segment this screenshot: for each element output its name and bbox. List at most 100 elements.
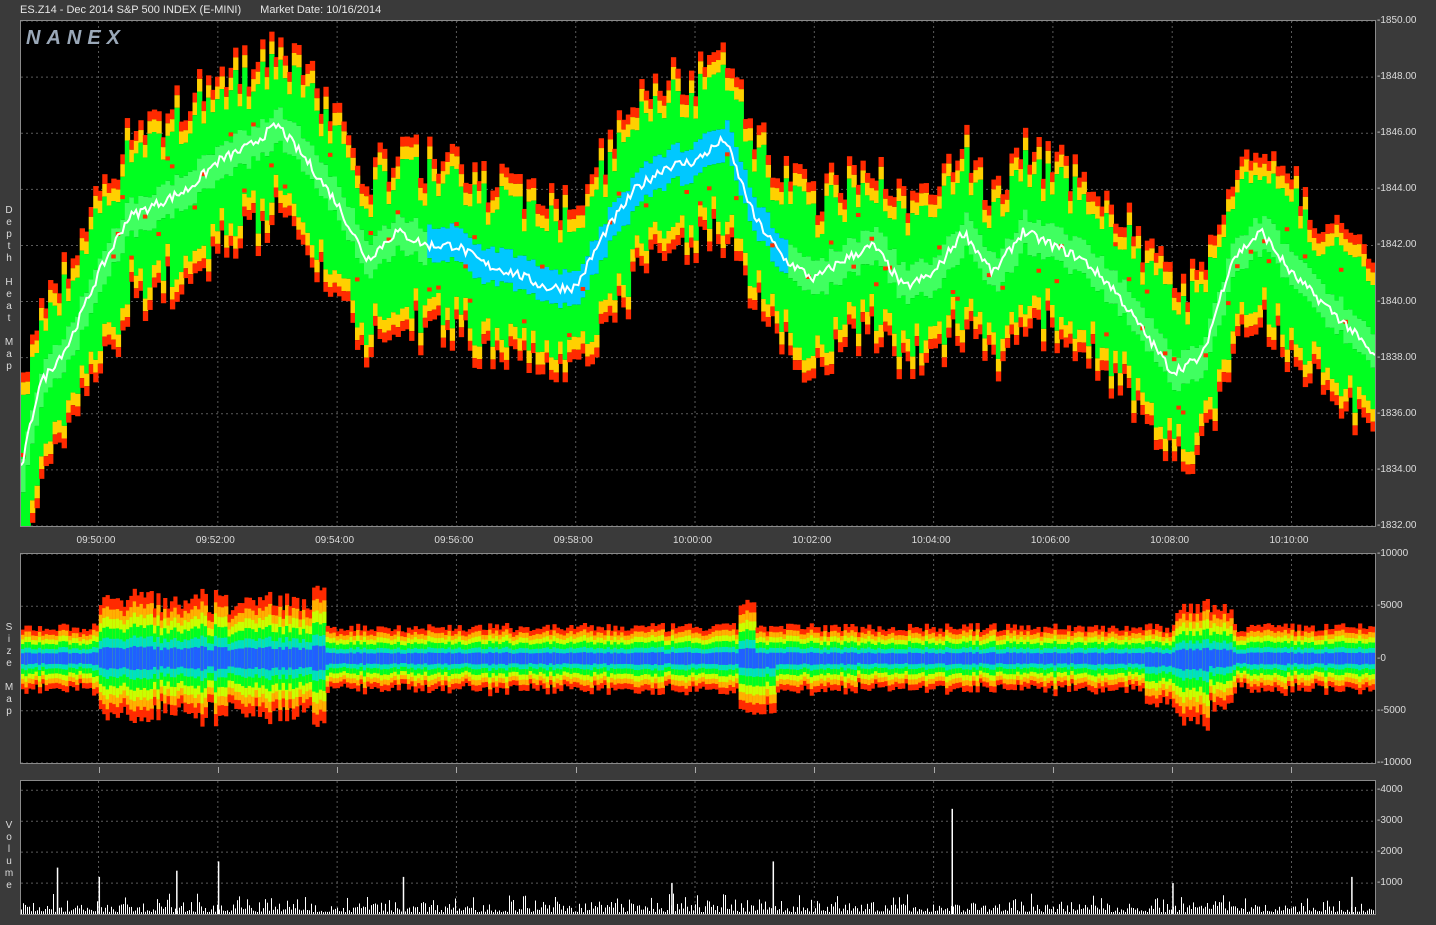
volume-bar [545, 904, 546, 914]
volume-bar [143, 903, 144, 914]
volume-bar [67, 900, 68, 914]
heat-cell [1013, 335, 1020, 345]
heat-cell [1131, 400, 1137, 414]
heat-cell [761, 122, 767, 133]
volume-bar [179, 907, 180, 914]
heat-cell [156, 111, 162, 122]
heat-cell [765, 164, 772, 178]
heat-cell [901, 195, 907, 209]
time-tick-label: 10:02:00 [792, 535, 832, 546]
volume-bar [527, 908, 528, 914]
heat-cell [1022, 137, 1029, 151]
heat-cell [828, 364, 835, 374]
heat-cell [1370, 421, 1375, 432]
volume-bar [643, 909, 644, 914]
volume-bar [81, 904, 82, 914]
heat-cell [409, 331, 415, 341]
symbol-title: ES.Z14 - Dec 2014 S&P 500 INDEX (E-MINI) [20, 4, 242, 16]
heat-cell [801, 168, 808, 179]
heat-cell [675, 78, 681, 92]
volume-bar [51, 909, 52, 914]
volume-bar [101, 907, 102, 914]
volume-bar [97, 901, 98, 914]
time-tick-label: 09:58:00 [553, 535, 593, 546]
heat-cell [206, 271, 212, 282]
volume-bar [191, 902, 192, 914]
heat-cell [1284, 362, 1291, 373]
volume-bar [505, 910, 506, 914]
heat-cell [1180, 273, 1187, 284]
volume-panel[interactable] [20, 780, 1376, 915]
volume-bar [325, 911, 326, 914]
size-tick-label: --5000 [1377, 704, 1406, 716]
volume-bar [53, 894, 54, 914]
volume-bar [581, 907, 582, 914]
volume-bar [227, 910, 228, 914]
volume-bar [359, 903, 360, 914]
heat-cell [720, 42, 726, 53]
heat-cell [747, 128, 753, 141]
heat-cell [1370, 262, 1375, 273]
volume-bar [165, 906, 166, 914]
heat-cell [382, 158, 388, 172]
heat-cell [1212, 408, 1218, 422]
volume-bar [197, 893, 198, 914]
heat-cell [269, 202, 275, 216]
heat-cell [323, 86, 329, 97]
nanex-watermark: NANEX [26, 27, 127, 49]
volume-bar [287, 900, 288, 914]
heat-cell [1072, 154, 1078, 165]
heat-cell [526, 363, 532, 374]
heat-cell [1162, 438, 1169, 452]
volume-bar [553, 907, 554, 914]
volume-bar [277, 909, 278, 914]
heat-cell [783, 165, 790, 179]
heat-cell [206, 259, 212, 272]
heat-cell [842, 324, 848, 338]
volume-bar [313, 911, 314, 914]
heat-cell [224, 247, 230, 258]
volume-bar [239, 896, 240, 914]
volume-bar [305, 897, 306, 914]
heat-cell [553, 198, 559, 209]
volume-bar [451, 909, 452, 914]
heat-cell [923, 183, 929, 193]
heat-cell [1045, 150, 1051, 164]
time-tick-label: 10:00:00 [673, 535, 712, 546]
volume-bar [409, 907, 410, 914]
volume-bar [267, 902, 268, 914]
heat-cell [612, 312, 618, 323]
volume-bar [453, 907, 454, 914]
volume-bar [431, 904, 432, 914]
heat-cell [142, 311, 149, 322]
volume-bar [185, 911, 186, 914]
price-tick-label: -1838.00 [1377, 351, 1417, 363]
volume-bar [241, 907, 242, 914]
heat-cell [549, 183, 555, 193]
volume-bar [467, 906, 468, 914]
heat-cell [178, 284, 185, 295]
time-tick-label: 09:50:00 [76, 535, 116, 546]
depth-heat-map-panel[interactable]: NANEX [20, 20, 1376, 527]
heat-cell [1235, 326, 1241, 337]
volume-bar [661, 908, 662, 914]
heat-cell [1162, 451, 1169, 462]
heat-cell [1189, 258, 1196, 269]
volume-bar [537, 909, 538, 914]
heat-cell [941, 357, 948, 368]
heat-cell [30, 513, 36, 523]
volume-bar [569, 905, 570, 914]
volume-bar [371, 905, 372, 914]
volume-bar [61, 907, 62, 914]
volume-bar [593, 908, 594, 914]
heat-cell [833, 174, 839, 185]
heat-cell [720, 52, 726, 65]
volume-bar [595, 906, 596, 914]
price-tick-label: -1846.00 [1377, 127, 1417, 139]
size-map-panel[interactable] [20, 553, 1376, 764]
volume-bar [419, 911, 420, 914]
heat-cell [1135, 226, 1142, 236]
heat-cell [842, 337, 848, 347]
heat-cell [206, 75, 212, 86]
heat-cell [102, 174, 108, 185]
